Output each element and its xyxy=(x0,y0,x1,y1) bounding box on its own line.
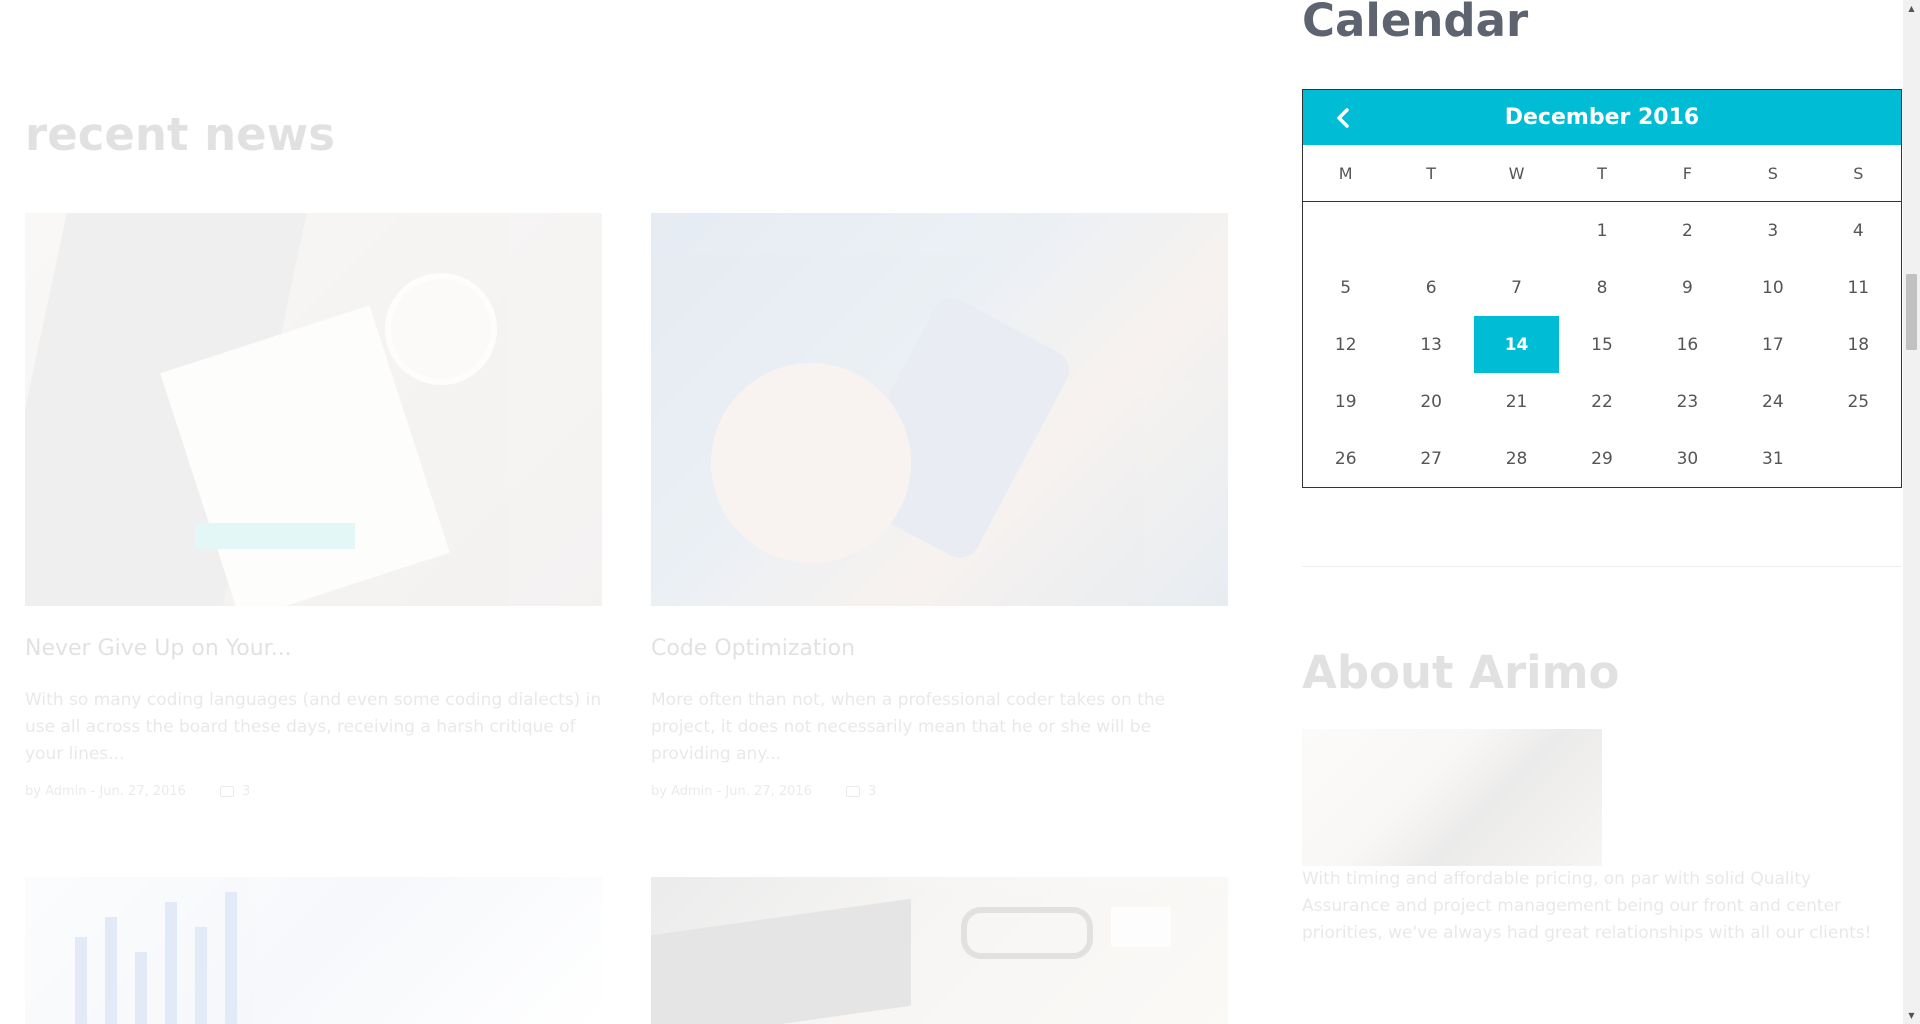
calendar-day[interactable]: 4 xyxy=(1816,202,1901,260)
comment-icon xyxy=(845,786,860,797)
news-card-byline: by Admin - Jun. 27, 2016 xyxy=(651,784,812,799)
weekday-label: S xyxy=(1730,145,1816,202)
calendar-day[interactable]: 2 xyxy=(1645,202,1730,260)
calendar-day[interactable]: 8 xyxy=(1559,259,1644,316)
calendar-day[interactable]: 20 xyxy=(1388,373,1473,430)
calendar-prev-month-button[interactable] xyxy=(1323,90,1363,145)
calendar-day[interactable]: 26 xyxy=(1303,430,1388,487)
calendar-day[interactable]: 24 xyxy=(1730,373,1815,430)
about-photo xyxy=(1302,729,1602,866)
calendar-grid: M T W T F S S 1 2 3 4 5 6 7 8 9 10 11 12 13 14 15 16 17 1… xyxy=(1303,145,1901,487)
calendar-week-row: 19 20 21 22 23 24 25 xyxy=(1303,373,1901,430)
news-card-comments[interactable]: 3 xyxy=(219,784,251,799)
sidebar-divider xyxy=(1302,566,1902,567)
about-heading: About Arimo xyxy=(1302,646,1620,699)
calendar-day[interactable]: 16 xyxy=(1645,316,1730,373)
weekday-label: S xyxy=(1815,145,1901,202)
news-card-byline: by Admin - Jun. 27, 2016 xyxy=(25,784,186,799)
calendar-day[interactable]: 19 xyxy=(1303,373,1388,430)
news-card-image-desk[interactable] xyxy=(651,877,1228,1024)
calendar-day[interactable]: 25 xyxy=(1816,373,1901,430)
calendar-day[interactable]: 17 xyxy=(1730,316,1815,373)
calendar-day[interactable]: 29 xyxy=(1559,430,1644,487)
news-card-excerpt: With so many coding languages (and even … xyxy=(25,690,602,764)
about-text: With timing and affordable pricing, on p… xyxy=(1302,869,1872,943)
calendar-empty-cell xyxy=(1474,202,1559,260)
calendar-day[interactable]: 3 xyxy=(1730,202,1815,260)
calendar-week-row: 26 27 28 29 30 31 xyxy=(1303,430,1901,487)
weekday-label: W xyxy=(1473,145,1560,202)
recent-news-heading: recent news xyxy=(25,108,336,161)
calendar-empty-cell xyxy=(1816,430,1901,487)
calendar-day[interactable]: 13 xyxy=(1388,316,1473,373)
calendar-day[interactable]: 21 xyxy=(1474,373,1559,430)
news-card-title[interactable]: Never Give Up on Your... xyxy=(25,636,602,661)
recent-news-section: recent news ‹ › Never Give Up on Your...… xyxy=(0,0,1240,1024)
calendar-day[interactable]: 18 xyxy=(1816,316,1901,373)
sidebar: Calendar December 2016 M T W T F S S 1 2… xyxy=(1302,0,1902,1024)
about-widget: About Arimo With timing and affordable p… xyxy=(1302,600,1902,947)
calendar-day[interactable]: 28 xyxy=(1474,430,1559,487)
news-card-excerpt: More often than not, when a professional… xyxy=(651,690,1166,764)
calendar-day[interactable]: 27 xyxy=(1388,430,1473,487)
weekday-label: T xyxy=(1388,145,1474,202)
scrollbar-thumb[interactable] xyxy=(1906,274,1917,350)
calendar-day[interactable]: 6 xyxy=(1388,259,1473,316)
news-card-image-phone[interactable] xyxy=(651,213,1228,606)
scroll-down-arrow-icon[interactable]: ▼ xyxy=(1903,1007,1920,1024)
news-card-meta: by Admin - Jun. 27, 2016 3 xyxy=(25,784,602,799)
news-card xyxy=(25,877,602,1024)
news-card-comments[interactable]: 3 xyxy=(845,784,877,799)
news-card xyxy=(651,877,1228,1024)
calendar-week-row: 12 13 14 15 16 17 18 xyxy=(1303,316,1901,373)
calendar-day[interactable]: 12 xyxy=(1303,316,1388,373)
comment-icon xyxy=(219,786,234,797)
news-card-image-chart[interactable] xyxy=(25,877,602,1024)
calendar-day[interactable]: 7 xyxy=(1474,259,1559,316)
calendar-day[interactable]: 23 xyxy=(1645,373,1730,430)
calendar-day[interactable]: 30 xyxy=(1645,430,1730,487)
news-card: Never Give Up on Your... With so many co… xyxy=(25,213,602,799)
calendar-empty-cell xyxy=(1388,202,1473,260)
calendar-header: December 2016 xyxy=(1303,90,1901,145)
weekday-label: T xyxy=(1559,145,1645,202)
calendar-empty-cell xyxy=(1303,202,1388,260)
calendar-day[interactable]: 10 xyxy=(1730,259,1815,316)
news-card-comment-count: 3 xyxy=(867,784,877,799)
calendar-day-today[interactable]: 14 xyxy=(1473,316,1560,373)
page-scrollbar[interactable]: ▲ ▼ xyxy=(1903,0,1920,1024)
calendar-day[interactable]: 11 xyxy=(1816,259,1901,316)
chevron-left-icon xyxy=(1337,107,1349,128)
calendar-month-label: December 2016 xyxy=(1504,105,1700,130)
weekday-label: F xyxy=(1644,145,1731,202)
calendar-heading: Calendar xyxy=(1302,0,1529,47)
calendar-day[interactable]: 1 xyxy=(1559,202,1644,260)
news-card-comment-count: 3 xyxy=(241,784,251,799)
calendar-week-row: 1234 xyxy=(1303,202,1901,260)
calendar-widget: December 2016 M T W T F S S 1 2 3 4 5 6 7 8 9 10 1… xyxy=(1302,89,1902,488)
news-card-meta: by Admin - Jun. 27, 2016 3 xyxy=(651,784,1228,799)
calendar-day[interactable]: 15 xyxy=(1559,316,1644,373)
calendar-day[interactable]: 5 xyxy=(1303,259,1388,316)
news-card-image-laptop[interactable] xyxy=(25,213,602,606)
scroll-up-arrow-icon[interactable]: ▲ xyxy=(1903,0,1920,17)
calendar-day[interactable]: 31 xyxy=(1730,430,1815,487)
news-card-title[interactable]: Code Optimization xyxy=(651,636,1228,661)
calendar-weekday-row: M T W T F S S xyxy=(1303,145,1901,202)
calendar-week-row: 5 6 7 8 9 10 11 xyxy=(1303,259,1901,316)
calendar-day[interactable]: 22 xyxy=(1559,373,1644,430)
calendar-day[interactable]: 9 xyxy=(1645,259,1730,316)
weekday-label: M xyxy=(1303,145,1389,202)
news-card: Code Optimization More often than not, w… xyxy=(651,213,1228,799)
